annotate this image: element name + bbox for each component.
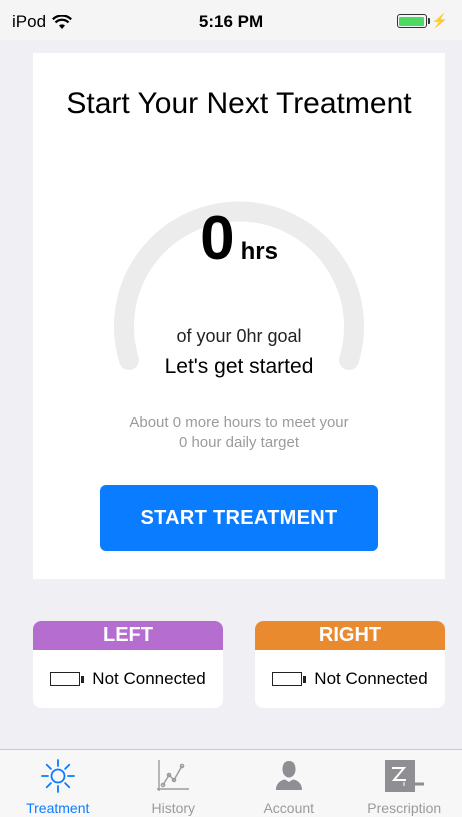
clock: 5:16 PM xyxy=(0,12,462,32)
hours-unit: hrs xyxy=(241,238,278,265)
start-treatment-button[interactable]: START TREATMENT xyxy=(100,485,378,551)
person-icon xyxy=(271,758,307,794)
chart-icon xyxy=(155,758,191,794)
battery-icon: ⚡ xyxy=(397,13,448,29)
device-battery-icon xyxy=(50,672,84,686)
hint-text: About 0 more hours to meet your 0 hour d… xyxy=(93,413,385,453)
goal-text: of your 0hr goal xyxy=(33,326,445,347)
tab-treatment[interactable]: Treatment xyxy=(0,750,116,817)
hint-line-1: About 0 more hours to meet your xyxy=(93,413,385,433)
hours-value: 0 hrs xyxy=(33,203,445,274)
status-text: Let's get started xyxy=(33,355,445,379)
tab-label: Treatment xyxy=(26,800,89,816)
tab-prescription[interactable]: Prescription xyxy=(347,750,462,817)
hours-number: 0 xyxy=(200,204,234,273)
tab-history[interactable]: History xyxy=(116,750,232,817)
sun-icon xyxy=(40,758,76,794)
right-device-card[interactable]: RIGHT Not Connected xyxy=(255,621,445,708)
charging-icon: ⚡ xyxy=(432,13,448,29)
right-device-status: Not Connected xyxy=(255,650,445,708)
right-device-label: RIGHT xyxy=(255,621,445,650)
tab-label: Account xyxy=(263,800,314,816)
prescription-icon xyxy=(382,758,426,794)
hint-line-2: 0 hour daily target xyxy=(93,433,385,453)
status-bar: iPod 5:16 PM ⚡ xyxy=(0,0,462,40)
left-device-label: LEFT xyxy=(33,621,223,650)
tab-account[interactable]: Account xyxy=(231,750,347,817)
right-device-status-text: Not Connected xyxy=(314,669,427,689)
left-device-status: Not Connected xyxy=(33,650,223,708)
left-device-card[interactable]: LEFT Not Connected xyxy=(33,621,223,708)
tab-label: History xyxy=(151,800,195,816)
treatment-card: Start Your Next Treatment 0 hrs of your 0… xyxy=(33,53,445,579)
tab-label: Prescription xyxy=(367,800,441,816)
page-title: Start Your Next Treatment xyxy=(33,87,445,121)
tab-bar: Treatment History Account Prescription xyxy=(0,749,462,817)
device-battery-icon xyxy=(272,672,306,686)
left-device-status-text: Not Connected xyxy=(92,669,205,689)
